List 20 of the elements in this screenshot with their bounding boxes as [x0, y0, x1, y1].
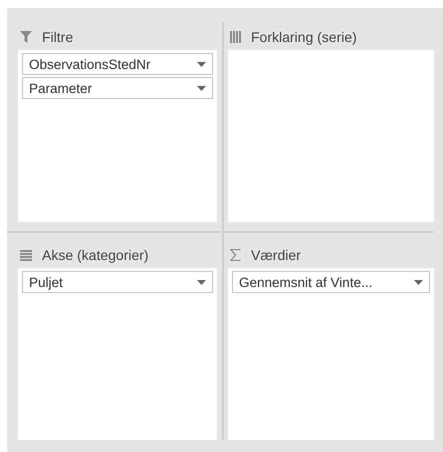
filter-icon: [20, 31, 32, 43]
drop-zone[interactable]: ObservationsStedNr Parameter: [18, 50, 217, 222]
dropdown-caret-icon: [197, 62, 206, 66]
field-button[interactable]: ObservationsStedNr: [22, 53, 213, 75]
dropdown-caret-icon: [197, 280, 206, 284]
columns-icon: [230, 31, 241, 43]
drop-zone[interactable]: Puljet: [18, 268, 217, 440]
field-button[interactable]: Puljet: [22, 271, 213, 293]
dropdown-caret-icon: [197, 86, 206, 90]
area-title: Værdier: [251, 247, 301, 263]
rows-icon: [20, 250, 32, 260]
area-title: Forklaring (serie): [251, 29, 357, 45]
drop-zone[interactable]: [228, 50, 434, 222]
drop-zone[interactable]: Gennemsnit af Vinte...: [228, 268, 434, 440]
dropdown-caret-icon: [414, 280, 423, 284]
area-title: Akse (kategorier): [42, 247, 149, 263]
field-button[interactable]: Parameter: [22, 77, 213, 99]
field-button[interactable]: Gennemsnit af Vinte...: [232, 271, 430, 293]
area-title: Filtre: [42, 29, 74, 45]
sigma-icon: [230, 249, 241, 261]
